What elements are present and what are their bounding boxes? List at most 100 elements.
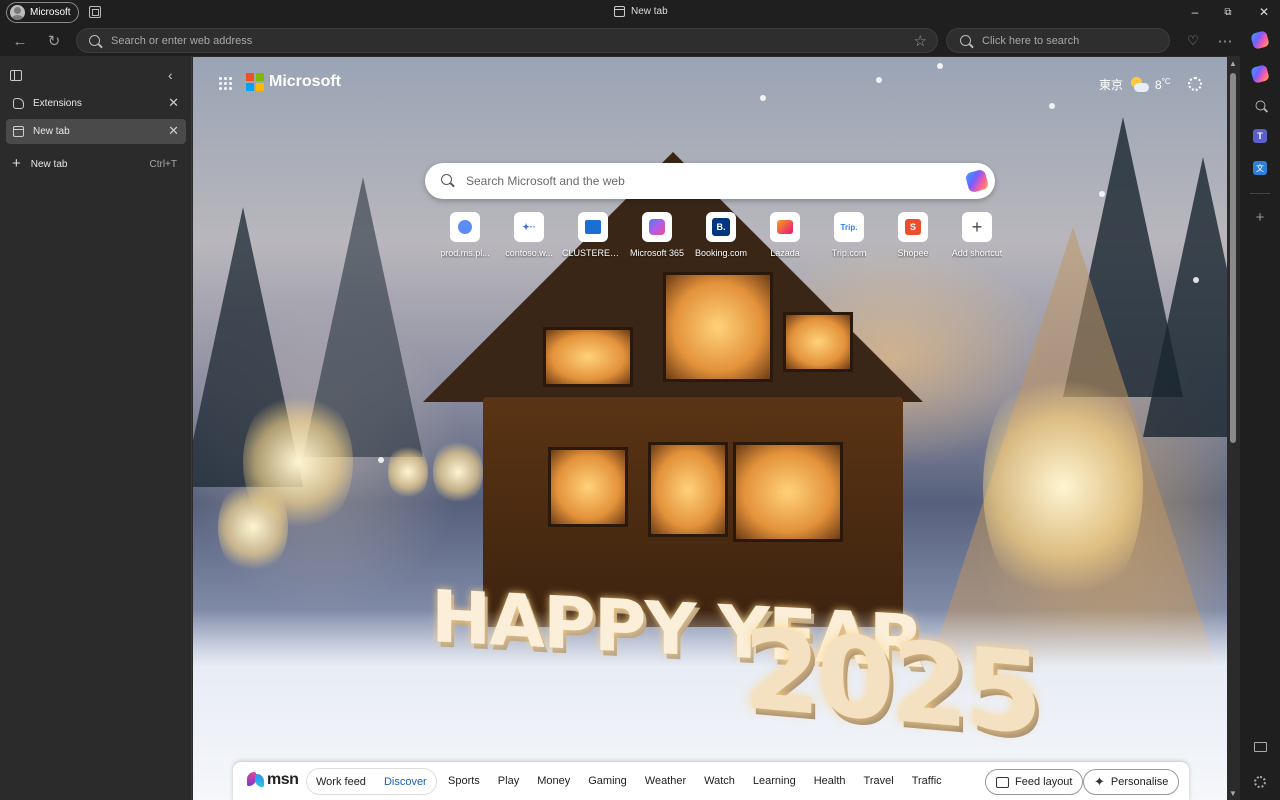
msn-feed-bar: msn Work feed Discover Sports Play Money… <box>233 762 1189 800</box>
copilot-icon <box>1250 64 1270 84</box>
page-settings-gear-icon[interactable] <box>1188 77 1202 91</box>
tab-label: Extensions <box>33 98 82 109</box>
close-icon[interactable]: ✕ <box>1252 3 1276 21</box>
workspaces-icon[interactable] <box>89 6 101 18</box>
new-tab-shortcut: Ctrl+T <box>149 158 178 170</box>
page-scrollbar[interactable]: ▲ ▼ <box>1227 57 1240 800</box>
sidebar-search-button[interactable] <box>1252 97 1268 113</box>
quick-links: prod.ms.pl... ✦·· contoso.w... CLUSTERED… <box>433 212 1009 258</box>
hide-sidebar-button[interactable] <box>1252 739 1268 755</box>
extensions-icon <box>13 98 24 109</box>
personalise-button[interactable]: ✦ Personalise <box>1083 769 1180 795</box>
add-shortcut-button[interactable]: + Add shortcut <box>945 212 1009 258</box>
plus-icon: + <box>12 155 21 172</box>
snowflake <box>876 77 882 83</box>
close-tab-icon[interactable]: ✕ <box>168 96 179 110</box>
tab-discover[interactable]: Discover <box>375 776 436 788</box>
search-icon <box>960 35 971 46</box>
new-tab-button[interactable]: + New tab Ctrl+T <box>6 155 186 173</box>
shortcut-contoso[interactable]: ✦·· contoso.w... <box>497 212 561 258</box>
glowing-tree <box>218 477 288 577</box>
booking-icon: B. <box>706 212 736 242</box>
address-bar[interactable]: Search or enter web address ☆ <box>76 28 938 53</box>
azure-icon <box>578 212 608 242</box>
tab-extensions[interactable]: Extensions ✕ <box>6 91 186 116</box>
plus-icon: + <box>1255 208 1265 226</box>
nav-weather[interactable]: Weather <box>645 775 686 787</box>
nav-travel[interactable]: Travel <box>864 775 894 787</box>
shortcut-label: contoso.w... <box>505 248 553 258</box>
copilot-icon[interactable] <box>964 168 990 194</box>
page-icon <box>614 6 625 17</box>
nav-play[interactable]: Play <box>498 775 519 787</box>
shortcut-clustered[interactable]: CLUSTERED ... <box>561 212 625 258</box>
app-launcher-icon[interactable] <box>219 77 232 90</box>
shortcut-shopee[interactable]: S Shopee <box>881 212 945 258</box>
browser-essentials-icon[interactable]: ♡ <box>1183 31 1203 51</box>
shortcut-label: Trip.com <box>831 248 867 258</box>
shortcut-label: Booking.com <box>694 248 748 258</box>
scroll-down-icon[interactable]: ▼ <box>1229 789 1237 798</box>
glowing-tree <box>433 437 483 507</box>
bing-search-box[interactable]: Click here to search <box>946 28 1170 53</box>
weather-city: 東京 <box>1099 78 1124 92</box>
tab-new-tab[interactable]: New tab ✕ <box>6 119 186 144</box>
nav-learning[interactable]: Learning <box>753 775 796 787</box>
search-icon <box>441 174 452 185</box>
restore-icon[interactable]: ⧉ <box>1216 3 1240 21</box>
collapse-pane-icon[interactable]: ‹ <box>168 67 173 83</box>
shortcut-trip[interactable]: Trip. Trip.com <box>817 212 881 258</box>
snowflake <box>760 95 766 101</box>
snowflake <box>1099 191 1105 197</box>
nav-health[interactable]: Health <box>814 775 846 787</box>
cabin-window <box>783 312 853 372</box>
nav-watch[interactable]: Watch <box>704 775 735 787</box>
teams-button[interactable]: T <box>1252 128 1268 144</box>
more-menu-icon[interactable]: ⋯ <box>1215 31 1235 51</box>
nav-sports[interactable]: Sports <box>448 775 480 787</box>
shortcut-label: Lazada <box>770 248 800 258</box>
tree-lights <box>983 357 1143 617</box>
close-tab-icon[interactable]: ✕ <box>168 124 179 138</box>
web-search-box[interactable]: Search Microsoft and the web <box>425 163 995 199</box>
msn-logo[interactable]: msn <box>247 771 299 789</box>
shortcut-label: Add shortcut <box>951 248 1003 258</box>
microsoft-logo[interactable]: Microsoft <box>246 73 341 91</box>
nav-gaming[interactable]: Gaming <box>588 775 627 787</box>
profile-button[interactable]: Microsoft <box>6 2 79 23</box>
cabin-window <box>733 442 843 542</box>
lazada-icon <box>770 212 800 242</box>
back-icon[interactable]: ← <box>10 31 30 51</box>
copilot-sidebar-button[interactable] <box>1250 64 1270 84</box>
window-title: New tab <box>614 6 668 17</box>
feed-layout-button[interactable]: Feed layout <box>985 769 1084 795</box>
weather-widget[interactable]: 東京 8°C <box>1099 76 1171 93</box>
shortcut-prod[interactable]: prod.ms.pl... <box>433 212 497 258</box>
add-sidebar-app-button[interactable]: + <box>1252 208 1268 226</box>
sidebar-settings-button[interactable] <box>1252 774 1268 790</box>
feed-toggle: Work feed Discover <box>306 768 437 795</box>
shortcut-booking[interactable]: B. Booking.com <box>689 212 753 258</box>
dots-app-icon: ✦·· <box>514 212 544 242</box>
translator-button[interactable]: 文 <box>1252 160 1268 176</box>
cabin-window <box>648 442 728 537</box>
tab-work-feed[interactable]: Work feed <box>307 776 375 788</box>
nav-traffic[interactable]: Traffic <box>912 775 942 787</box>
cabin-window <box>543 327 633 387</box>
minimize-icon[interactable]: – <box>1183 3 1207 21</box>
circle-app-icon <box>450 212 480 242</box>
glowing-tree <box>388 442 428 502</box>
scroll-thumb[interactable] <box>1230 73 1236 443</box>
window-title-text: New tab <box>631 6 668 17</box>
m365-icon <box>642 212 672 242</box>
favorite-star-icon[interactable]: ☆ <box>914 32 927 50</box>
shortcut-lazada[interactable]: Lazada <box>753 212 817 258</box>
feed-layout-label: Feed layout <box>1015 776 1073 788</box>
personalise-label: Personalise <box>1110 776 1169 788</box>
shortcut-microsoft-365[interactable]: Microsoft 365 <box>625 212 689 258</box>
tab-actions-icon[interactable] <box>10 70 22 81</box>
address-placeholder: Search or enter web address <box>111 35 253 47</box>
refresh-icon[interactable]: ↻ <box>44 31 64 51</box>
nav-money[interactable]: Money <box>537 775 570 787</box>
scroll-up-icon[interactable]: ▲ <box>1229 59 1237 68</box>
